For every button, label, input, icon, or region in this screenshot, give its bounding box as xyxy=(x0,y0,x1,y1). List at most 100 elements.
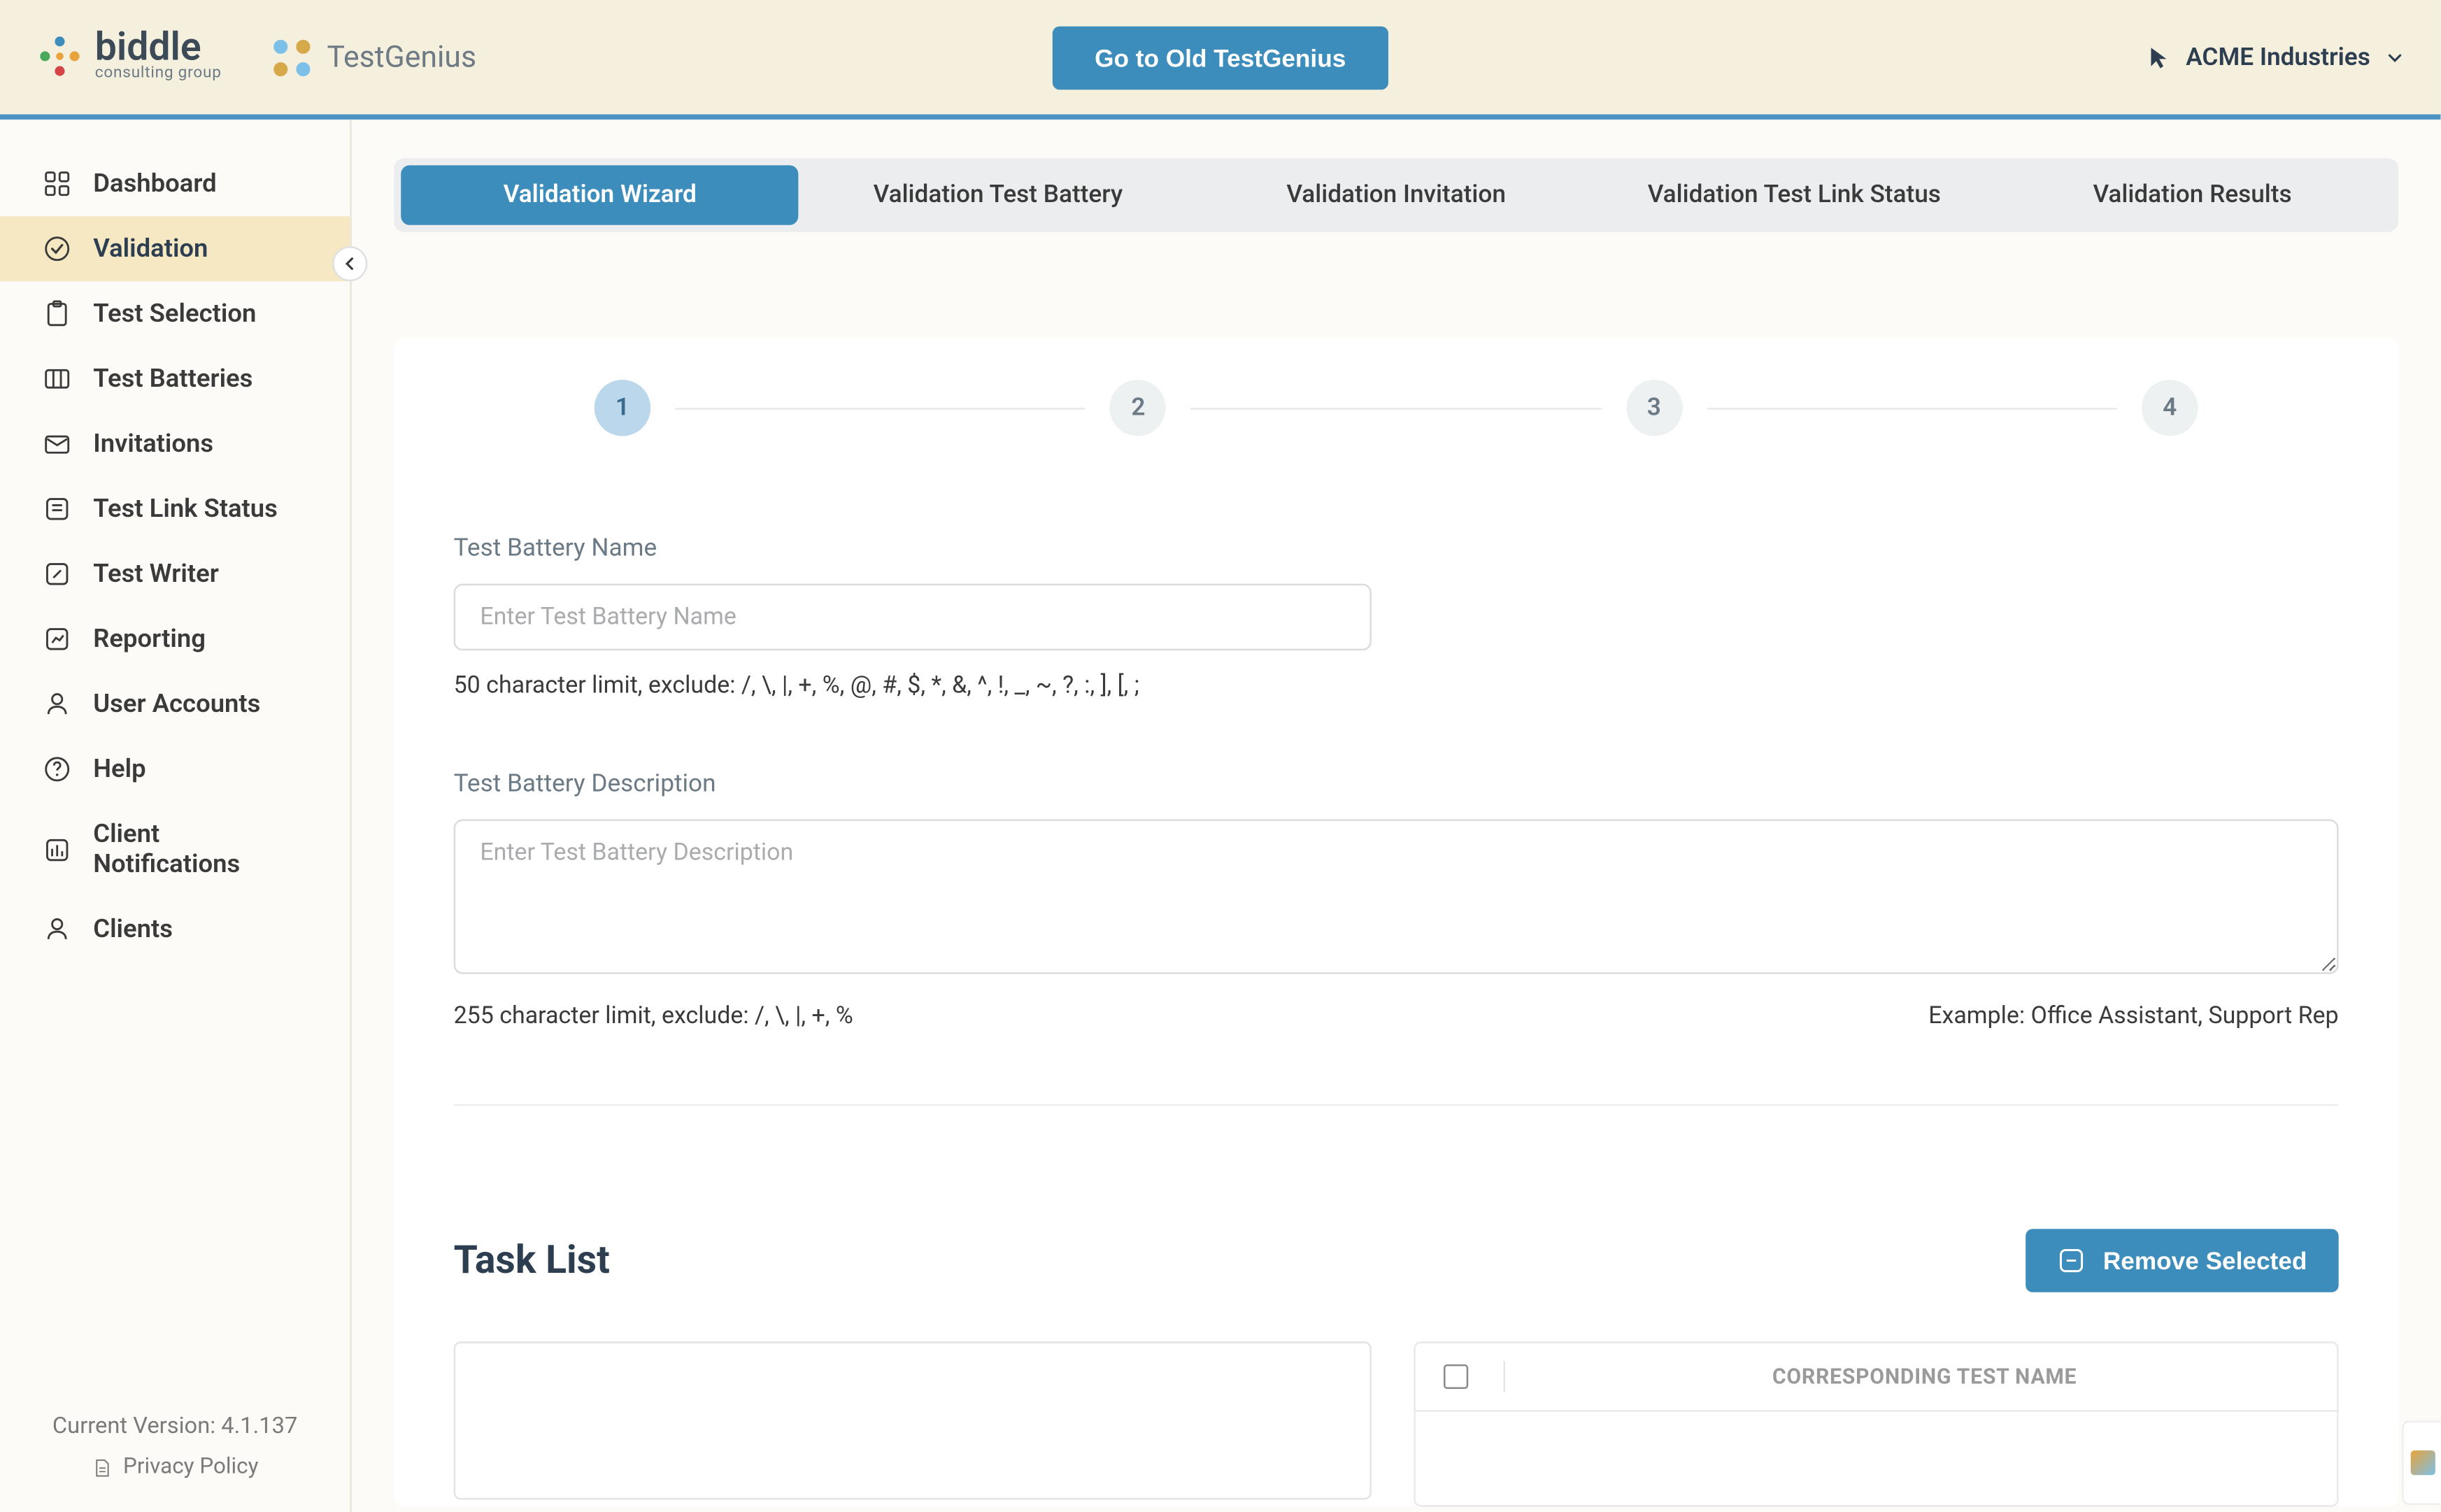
battery-desc-hint-row: 255 character limit, exclude: /, \, |, +… xyxy=(454,1002,2339,1030)
sidebar-footer: Current Version: 4.1.137 Privacy Policy xyxy=(0,1389,350,1512)
sidebar-item-dashboard[interactable]: Dashboard xyxy=(0,151,350,216)
document-icon xyxy=(92,1457,113,1478)
battery-name-input[interactable] xyxy=(454,584,1372,651)
task-header-row: Task List Remove Selected xyxy=(454,1229,2339,1292)
side-widget-icon xyxy=(2410,1450,2434,1475)
logo-group: biddle consulting group TestGenius xyxy=(35,29,476,85)
minus-square-icon xyxy=(2057,1246,2085,1274)
dashboard-icon xyxy=(42,169,72,199)
link-status-icon xyxy=(42,494,72,524)
tab-validation-wizard[interactable]: Validation Wizard xyxy=(401,165,799,224)
sidebar-item-label: Test Writer xyxy=(93,559,219,589)
sidebar-item-label: Test Link Status xyxy=(93,494,278,524)
sidebar-item-test-writer[interactable]: Test Writer xyxy=(0,541,350,606)
sidebar-item-user-accounts[interactable]: User Accounts xyxy=(0,671,350,736)
sidebar-nav: Dashboard Validation Test Selection Test… xyxy=(0,120,350,1389)
tab-validation-test-link-status[interactable]: Validation Test Link Status xyxy=(1595,165,1993,224)
form-group-description: Test Battery Description 255 character l… xyxy=(454,770,2339,1030)
brand-sub-text: consulting group xyxy=(95,66,222,83)
app-header: biddle consulting group TestGenius Go to… xyxy=(0,0,2440,114)
task-list-panel[interactable] xyxy=(454,1341,1372,1499)
chart-icon xyxy=(42,624,72,654)
step-connector xyxy=(675,407,1086,409)
help-icon xyxy=(42,755,72,785)
bell-bar-icon xyxy=(42,834,72,864)
corresponding-test-panel: CORRESPONDING TEST NAME xyxy=(1414,1341,2338,1506)
corresponding-test-header: CORRESPONDING TEST NAME xyxy=(1414,1341,2338,1412)
person-icon xyxy=(42,914,72,944)
logo-testgenius[interactable]: TestGenius xyxy=(264,29,476,85)
sidebar-item-help[interactable]: Help xyxy=(0,736,350,801)
brand-secondary-text: TestGenius xyxy=(327,40,477,75)
clipboard-icon xyxy=(42,299,72,329)
sidebar-item-label: Dashboard xyxy=(93,169,216,199)
corresponding-test-body xyxy=(1414,1412,2338,1507)
wizard-card: 1 2 3 4 Test Battery Name 50 character l… xyxy=(394,338,2398,1507)
sidebar-item-label: Client Notifications xyxy=(93,820,308,879)
account-dropdown[interactable]: ACME Industries xyxy=(2147,43,2405,71)
battery-desc-hint-left: 255 character limit, exclude: /, \, |, +… xyxy=(454,1002,853,1030)
step-1[interactable]: 1 xyxy=(595,380,650,436)
task-list-title: Task List xyxy=(454,1239,610,1283)
remove-selected-button[interactable]: Remove Selected xyxy=(2026,1229,2338,1292)
sidebar-item-label: Reporting xyxy=(93,624,206,654)
select-all-checkbox[interactable] xyxy=(1444,1364,1468,1389)
account-name: ACME Industries xyxy=(2186,43,2370,71)
chevron-down-icon xyxy=(2384,47,2405,68)
sidebar-item-clients[interactable]: Clients xyxy=(0,897,350,962)
battery-name-hint: 50 character limit, exclude: /, \, |, +,… xyxy=(454,671,2339,699)
step-2[interactable]: 2 xyxy=(1110,380,1166,436)
wizard-form: Test Battery Name 50 character limit, ex… xyxy=(454,436,2339,1506)
sidebar-item-test-batteries[interactable]: Test Batteries xyxy=(0,346,350,411)
sidebar-item-test-selection[interactable]: Test Selection xyxy=(0,281,350,346)
step-4[interactable]: 4 xyxy=(2142,380,2198,436)
step-3[interactable]: 3 xyxy=(1626,380,1682,436)
sidebar-item-label: Invitations xyxy=(93,429,213,459)
version-text: Current Version: 4.1.137 xyxy=(17,1413,332,1440)
columns-icon xyxy=(42,364,72,394)
sidebar-item-invitations[interactable]: Invitations xyxy=(0,411,350,476)
corresponding-test-column-header: CORRESPONDING TEST NAME xyxy=(1540,1364,2309,1389)
sidebar-item-label: Validation xyxy=(93,234,208,264)
sidebar-item-client-notifications[interactable]: Client Notifications xyxy=(0,801,350,897)
sidebar-item-test-link-status[interactable]: Test Link Status xyxy=(0,476,350,541)
sidebar-item-label: Test Batteries xyxy=(93,364,252,394)
testgenius-mark-icon xyxy=(264,29,320,85)
battery-desc-textarea[interactable] xyxy=(454,820,2339,974)
column-separator xyxy=(1503,1361,1505,1392)
tab-validation-results[interactable]: Validation Results xyxy=(1993,165,2391,224)
form-group-name: Test Battery Name 50 character limit, ex… xyxy=(454,534,2339,699)
privacy-policy-label: Privacy Policy xyxy=(123,1454,258,1481)
tab-validation-test-battery[interactable]: Validation Test Battery xyxy=(799,165,1197,224)
task-body: CORRESPONDING TEST NAME xyxy=(454,1341,2339,1506)
side-help-widget[interactable] xyxy=(2402,1420,2440,1505)
sidebar-item-label: User Accounts xyxy=(93,689,260,719)
battery-name-label: Test Battery Name xyxy=(454,534,2339,562)
chevron-left-icon xyxy=(341,255,359,273)
header-divider xyxy=(0,114,2440,120)
step-connector xyxy=(1707,407,2117,409)
check-circle-icon xyxy=(42,234,72,264)
main-content: Validation Wizard Validation Test Batter… xyxy=(352,120,2441,1512)
logo-biddle[interactable]: biddle consulting group xyxy=(35,31,221,83)
battery-desc-label: Test Battery Description xyxy=(454,770,2339,798)
privacy-policy-link[interactable]: Privacy Policy xyxy=(17,1454,332,1481)
mail-icon xyxy=(42,429,72,459)
sidebar-item-label: Test Selection xyxy=(93,299,256,329)
brand-main-text: biddle xyxy=(95,31,222,66)
user-icon xyxy=(42,689,72,719)
tab-validation-invitation[interactable]: Validation Invitation xyxy=(1197,165,1595,224)
wizard-stepper: 1 2 3 4 xyxy=(454,380,2339,436)
remove-selected-label: Remove Selected xyxy=(2103,1246,2307,1274)
step-connector xyxy=(1191,407,1602,409)
sidebar-item-validation[interactable]: Validation xyxy=(0,216,350,281)
sidebar: Dashboard Validation Test Selection Test… xyxy=(0,120,352,1512)
go-to-old-button[interactable]: Go to Old TestGenius xyxy=(1053,25,1388,89)
edit-icon xyxy=(42,559,72,589)
task-section: Task List Remove Selected CORRES xyxy=(454,1106,2339,1506)
sidebar-collapse-button[interactable] xyxy=(332,246,367,281)
sidebar-item-reporting[interactable]: Reporting xyxy=(0,606,350,671)
tab-bar: Validation Wizard Validation Test Batter… xyxy=(394,158,2398,232)
biddle-mark-icon xyxy=(35,32,84,81)
sidebar-item-label: Help xyxy=(93,755,145,785)
